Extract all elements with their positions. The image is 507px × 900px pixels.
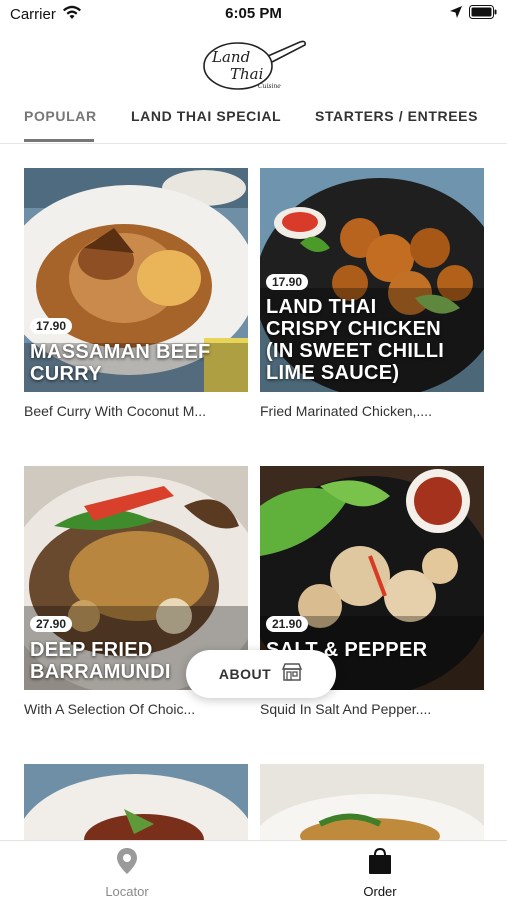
dish-title-line: LIME SAUCE) (266, 362, 400, 384)
dish-title: MASSAMAN BEEF CURRY (30, 341, 244, 385)
restaurant-logo: Land Thai Cuisine (200, 34, 310, 94)
menu-item-card[interactable] (260, 764, 484, 840)
location-arrow-icon (449, 5, 463, 24)
shopping-bag-icon (367, 847, 393, 879)
tab-popular[interactable]: POPULAR (24, 108, 97, 124)
about-label: ABOUT (218, 666, 272, 682)
dish-description: Squid In Salt And Pepper.... (260, 701, 432, 717)
dish-title-line: (IN SWEET CHILLI (266, 340, 445, 362)
bottom-tab-bar: Locator Order (0, 840, 507, 900)
dish-description: Fried Marinated Chicken,.... (260, 403, 432, 419)
category-tabs: POPULAR LAND THAI SPECIAL STARTERS / ENT… (0, 98, 507, 144)
dish-title-line: CURRY (30, 363, 102, 385)
price-badge: 17.90 (266, 274, 309, 290)
logo-text-cuisine: Cuisine (258, 83, 281, 90)
price-badge: 27.90 (30, 616, 73, 632)
logo-text-thai: Thai (230, 65, 264, 83)
status-bar: Carrier 6:05 PM (0, 0, 507, 28)
clock: 6:05 PM (225, 5, 282, 22)
tab-starters-entrees[interactable]: STARTERS / ENTREES (315, 108, 478, 124)
dish-title: LAND THAI CRISPY CHICKEN (IN SWEET CHILL… (266, 296, 480, 384)
dish-description: Beef Curry With Coconut M... (24, 403, 207, 419)
dish-description: With A Selection Of Choic... (24, 701, 196, 717)
tab-land-thai-special[interactable]: LAND THAI SPECIAL (131, 108, 281, 124)
location-pin-icon (116, 848, 138, 879)
dish-photo (24, 764, 248, 840)
tab-locator[interactable]: Locator (67, 847, 187, 899)
menu-item-card[interactable] (24, 764, 248, 840)
logo-text-land: Land (211, 48, 250, 66)
price-badge: 17.90 (30, 318, 73, 334)
tab-locator-label: Locator (105, 884, 149, 899)
tab-order[interactable]: Order (320, 847, 440, 899)
tab-order-label: Order (363, 884, 397, 899)
dish-title-line: CRISPY CHICKEN (266, 318, 441, 340)
dish-title-line: LAND THAI (266, 296, 377, 318)
battery-icon (469, 5, 497, 24)
dish-photo (260, 764, 484, 840)
dish-title-line: MASSAMAN BEEF (30, 341, 211, 363)
price-badge: 21.90 (266, 616, 309, 632)
about-button[interactable]: ABOUT (186, 650, 336, 698)
active-tab-indicator (24, 139, 94, 142)
storefront-icon (281, 661, 303, 688)
